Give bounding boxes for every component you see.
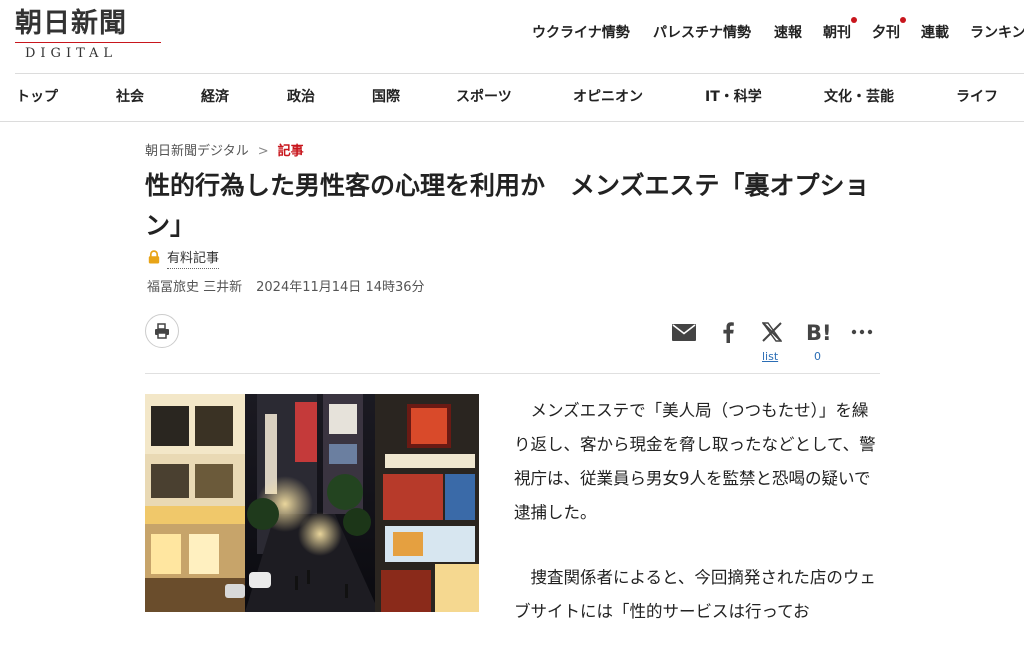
category-life[interactable]: ライフ: [956, 86, 998, 106]
paid-article-label: 有料記事: [167, 251, 220, 269]
print-button[interactable]: [145, 314, 179, 348]
author-names: 福冨旅史 三井新: [147, 280, 243, 295]
topnav-item-ranking[interactable]: ランキン: [970, 22, 1024, 42]
article-body: メンズエステで「美人局（つつもたせ）」を繰り返し、客から現金を脅し取ったなどとし…: [514, 394, 882, 660]
share-facebook-button[interactable]: [715, 318, 741, 346]
share-x-button[interactable]: [759, 318, 785, 346]
header-divider: [15, 73, 1024, 74]
byline: 福冨旅史 三井新 2024年11月14日 14時36分: [147, 276, 425, 295]
category-divider: [0, 121, 1024, 122]
more-icon: [851, 329, 873, 335]
breadcrumb-separator: >: [257, 144, 269, 159]
category-economy[interactable]: 経済: [201, 86, 229, 106]
site-logo[interactable]: 朝日新聞 DIGITAL: [15, 8, 165, 61]
category-it-science[interactable]: IT・科学: [705, 86, 762, 106]
topnav-item-series[interactable]: 連載: [921, 22, 949, 42]
article-photo: [145, 394, 479, 612]
category-top[interactable]: トップ: [16, 86, 58, 106]
breadcrumb-home[interactable]: 朝日新聞デジタル: [145, 144, 249, 159]
publish-datetime: 2024年11月14日 14時36分: [256, 280, 425, 295]
category-politics[interactable]: 政治: [287, 86, 315, 106]
category-culture[interactable]: 文化・芸能: [824, 86, 894, 106]
breadcrumb-current[interactable]: 記事: [278, 144, 304, 159]
topnav-item-evening[interactable]: 夕刊: [872, 17, 906, 42]
topnav-item-ukraine[interactable]: ウクライナ情勢: [532, 22, 630, 42]
share-mail-button[interactable]: [671, 318, 697, 346]
category-sports[interactable]: スポーツ: [456, 86, 512, 106]
share-divider: [145, 373, 880, 374]
share-more-button[interactable]: [849, 318, 875, 346]
paid-article-badge[interactable]: 有料記事: [147, 247, 220, 269]
mail-icon: [672, 323, 696, 341]
logo-subtitle: DIGITAL: [25, 46, 118, 61]
article-title: 性的行為した男性客の心理を利用か メンズエステ「裏オプション」: [145, 171, 870, 240]
lock-icon: [148, 250, 160, 264]
logo-title: 朝日新聞: [15, 8, 127, 39]
category-nav: トップ 社会 経済 政治 国際 スポーツ オピニオン IT・科学 文化・芸能 ラ…: [0, 86, 1024, 106]
x-list-link[interactable]: list: [762, 350, 778, 363]
category-international[interactable]: 国際: [372, 86, 400, 106]
new-dot-indicator: [851, 17, 857, 23]
logo-rule: [15, 42, 161, 43]
topnav-item-evening-label: 夕刊: [872, 25, 900, 41]
breadcrumb: 朝日新聞デジタル > 記事: [145, 140, 304, 159]
x-icon: [762, 322, 782, 342]
night-street-photo: [145, 394, 479, 612]
top-nav: ウクライナ情勢 パレスチナ情勢 速報 朝刊 夕刊 連載 ランキン: [532, 17, 1024, 42]
topnav-item-morning-label: 朝刊: [823, 25, 851, 41]
facebook-icon: [723, 322, 734, 343]
share-hatena-button[interactable]: B!: [805, 318, 831, 346]
hatena-count[interactable]: 0: [814, 350, 821, 363]
svg-text:B!: B!: [806, 321, 830, 343]
topnav-item-palestine[interactable]: パレスチナ情勢: [653, 22, 751, 42]
topnav-item-breaking[interactable]: 速報: [774, 22, 802, 42]
hatena-bookmark-icon: B!: [806, 321, 830, 343]
new-dot-indicator: [900, 17, 906, 23]
category-society[interactable]: 社会: [116, 86, 144, 106]
category-opinion[interactable]: オピニオン: [573, 86, 643, 106]
topnav-item-morning[interactable]: 朝刊: [823, 17, 857, 42]
article-paragraph: メンズエステで「美人局（つつもたせ）」を繰り返し、客から現金を脅し取ったなどとし…: [514, 401, 876, 522]
print-icon: [155, 323, 169, 339]
article-paragraph: 捜査関係者によると、今回摘発された店のウェブサイトには「性的サービスは行ってお: [514, 568, 876, 621]
